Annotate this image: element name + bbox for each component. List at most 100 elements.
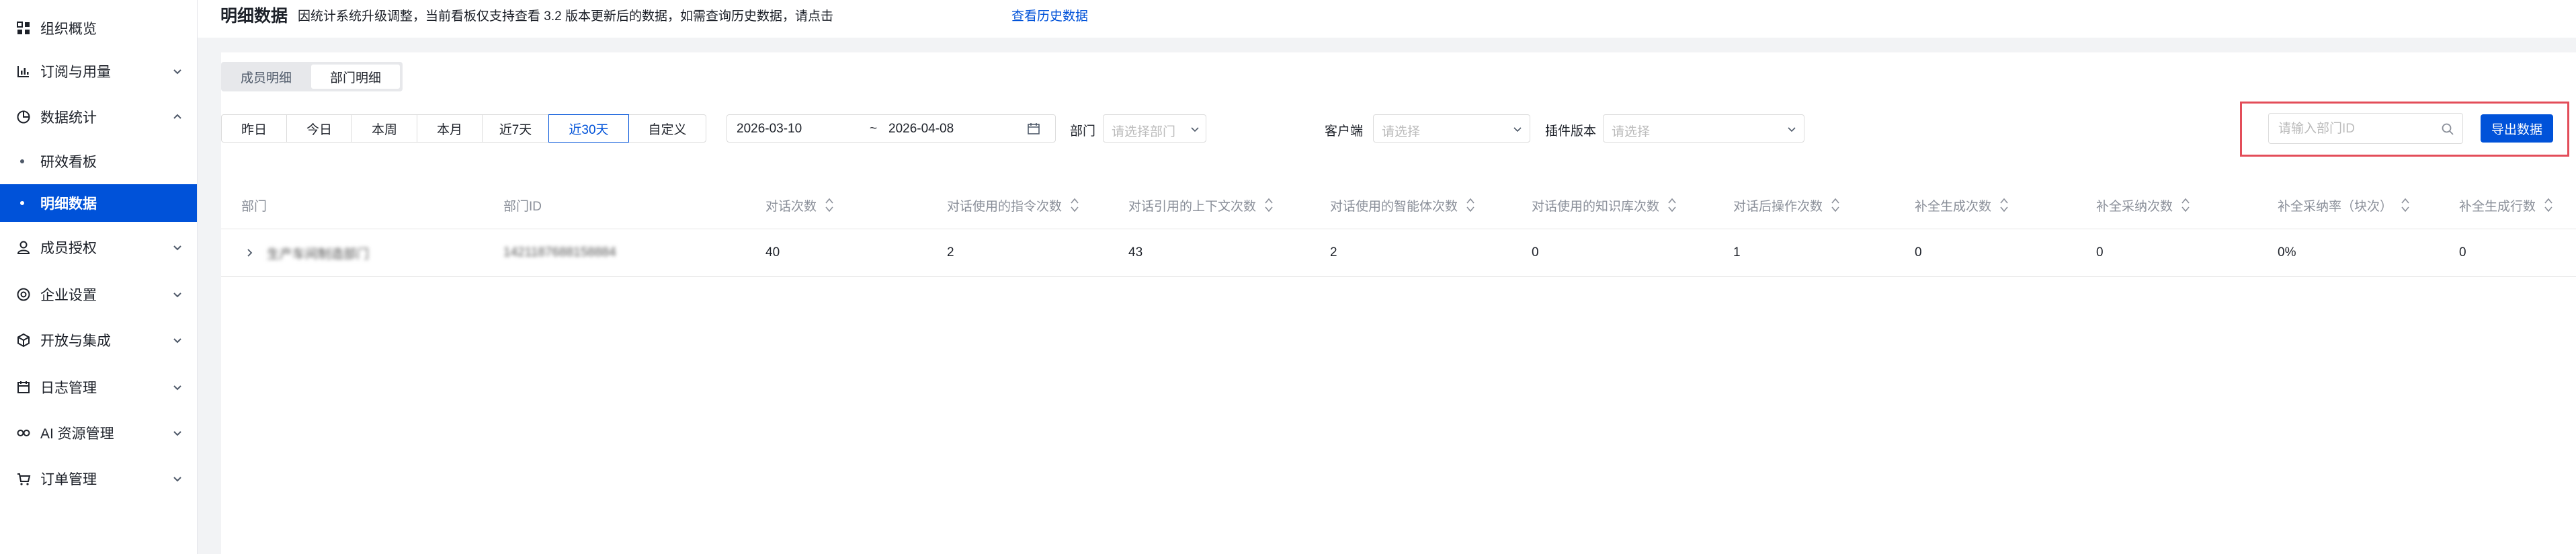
tab-dept-detail[interactable]: 部门明细	[311, 65, 400, 89]
sidebar: 组织概览 订阅与用量 数据统计 研效看板 明细数据 成员授权 企业设置 开放与集…	[0, 0, 198, 554]
nav-label: 企业设置	[40, 288, 97, 303]
chevron-down-icon	[1788, 127, 1796, 132]
nav-sub-label: 明细数据	[40, 196, 97, 212]
date-range-picker[interactable]: 2026-03-10 ~ 2026-04-08	[726, 114, 1056, 143]
dept-id-search	[2268, 113, 2463, 144]
nav-member-auth[interactable]: 成员授权	[0, 227, 197, 268]
date-separator: ~	[870, 122, 878, 136]
nav-enterprise-settings[interactable]: 企业设置	[0, 274, 197, 315]
chevron-down-icon	[173, 477, 181, 482]
nav-log-management[interactable]: 日志管理	[0, 367, 197, 407]
col-header-kb-count[interactable]: 对话使用的知识库次数	[1532, 182, 1677, 229]
chevron-down-icon	[173, 431, 181, 436]
sort-icon	[2000, 198, 2008, 212]
col-header-chat-count[interactable]: 对话次数	[765, 182, 834, 229]
history-data-link[interactable]: 查看历史数据	[1011, 6, 1088, 24]
chevron-down-icon	[173, 338, 181, 344]
col-header-completion-gen-count[interactable]: 补全生成次数	[1915, 182, 2009, 229]
col-header-completion-lines[interactable]: 补全生成行数	[2459, 182, 2553, 229]
cell-completion-accept-count: 0	[2096, 245, 2104, 260]
cell-dept-name: 生产车间制造部门	[267, 247, 370, 262]
nav-ai-resources[interactable]: AI 资源管理	[0, 413, 197, 453]
cell-command-count: 2	[947, 245, 954, 260]
cell-completion-lines: 0	[2459, 245, 2466, 260]
plugin-version-select[interactable]: 请选择	[1603, 114, 1804, 143]
range-this-week[interactable]: 本周	[351, 114, 417, 143]
range-last-7-days[interactable]: 近7天	[482, 114, 549, 143]
nav-label: 开放与集成	[40, 333, 111, 349]
client-filter-label: 客户端	[1325, 124, 1364, 138]
pie-chart-icon	[15, 108, 32, 126]
client-select[interactable]: 请选择	[1373, 114, 1530, 143]
sort-icon	[2544, 198, 2552, 212]
nav-label: AI 资源管理	[40, 426, 114, 442]
chevron-down-icon	[1191, 127, 1199, 132]
nav-sub-rd-dashboard[interactable]: 研效看板	[0, 143, 197, 180]
export-button[interactable]: 导出数据	[2481, 114, 2553, 143]
bullet-icon	[20, 159, 24, 163]
sort-icon	[825, 198, 833, 212]
notice-text: 因统计系统升级调整，当前看板仅支持查看 3.2 版本更新后的数据，如需查询历史数…	[298, 9, 833, 24]
date-range-quick-select: 昨日 今日 本周 本月 近7天 近30天 自定义	[221, 114, 706, 143]
chevron-down-icon	[173, 245, 181, 251]
start-date: 2026-03-10	[737, 122, 802, 136]
nav-data-stats[interactable]: 数据统计	[0, 97, 197, 137]
chevron-right-icon[interactable]	[244, 247, 255, 258]
grid-icon	[15, 19, 32, 37]
tab-member-detail[interactable]: 成员明细	[224, 65, 308, 89]
bar-chart-icon	[15, 63, 32, 80]
search-icon[interactable]	[2441, 122, 2454, 136]
range-yesterday[interactable]: 昨日	[221, 114, 287, 143]
sort-icon	[1265, 198, 1273, 212]
main-card: 成员明细 部门明细 昨日 今日 本周 本月 近7天 近30天 自定义 2026-…	[221, 52, 2576, 554]
nav-sub-detail-data[interactable]: 明细数据	[0, 184, 197, 222]
sort-icon	[1668, 198, 1676, 212]
chevron-down-icon	[173, 385, 181, 391]
range-last-30-days[interactable]: 近30天	[548, 114, 629, 143]
range-this-month[interactable]: 本月	[417, 114, 483, 143]
nav-open-integration[interactable]: 开放与集成	[0, 320, 197, 360]
plugin-filter-label: 插件版本	[1545, 124, 1597, 138]
col-header-dept: 部门	[241, 199, 267, 214]
col-header-completion-accept-count[interactable]: 补全采纳次数	[2096, 182, 2190, 229]
nav-label: 成员授权	[40, 241, 97, 256]
nav-order-management[interactable]: 订单管理	[0, 459, 197, 499]
cube-icon	[15, 331, 32, 349]
sort-icon	[1831, 198, 1839, 212]
sort-icon	[1071, 198, 1079, 212]
dept-id-search-input[interactable]	[2277, 119, 2441, 139]
cell-chat-count: 40	[765, 245, 780, 260]
cell-kb-count: 0	[1532, 245, 1539, 260]
nav-label: 订单管理	[40, 472, 97, 487]
nav-label: 组织概览	[40, 22, 97, 37]
dept-filter-label: 部门	[1070, 124, 1096, 138]
page-title: 明细数据	[220, 7, 288, 26]
client-select-placeholder: 请选择	[1382, 125, 1421, 139]
nav-label: 日志管理	[40, 381, 97, 396]
chevron-down-icon	[1513, 127, 1522, 132]
range-custom[interactable]: 自定义	[628, 114, 706, 143]
sort-icon	[2401, 198, 2409, 212]
calendar-icon	[1028, 123, 1040, 134]
infinity-icon	[15, 424, 32, 442]
calendar-icon	[15, 379, 32, 396]
col-header-agent-count[interactable]: 对话使用的智能体次数	[1330, 182, 1475, 229]
cell-post-action-count: 1	[1733, 245, 1741, 260]
cell-completion-gen-count: 0	[1915, 245, 1922, 260]
nav-label: 数据统计	[40, 110, 97, 126]
dept-select[interactable]: 请选择部门	[1103, 114, 1206, 143]
nav-org-overview[interactable]: 组织概览	[0, 8, 197, 48]
nav-subscription-usage[interactable]: 订阅与用量	[0, 51, 197, 91]
col-header-dept-id: 部门ID	[503, 199, 542, 214]
col-header-post-action-count[interactable]: 对话后操作次数	[1733, 182, 1840, 229]
cart-icon	[15, 470, 32, 487]
detail-type-tabs: 成员明细 部门明细	[221, 62, 403, 91]
col-header-command-count[interactable]: 对话使用的指令次数	[947, 182, 1079, 229]
col-header-acceptance-rate[interactable]: 补全采纳率（块次）	[2278, 182, 2410, 229]
col-header-context-count[interactable]: 对话引用的上下文次数	[1128, 182, 1274, 229]
cell-dept-id: 1421187688158884	[503, 245, 616, 260]
chevron-down-icon	[173, 69, 181, 75]
range-today[interactable]: 今日	[286, 114, 352, 143]
settings-icon	[15, 286, 32, 303]
table-row[interactable]: 生产车间制造部门 1421187688158884 40 2 43 2 0 1 …	[221, 229, 2576, 277]
